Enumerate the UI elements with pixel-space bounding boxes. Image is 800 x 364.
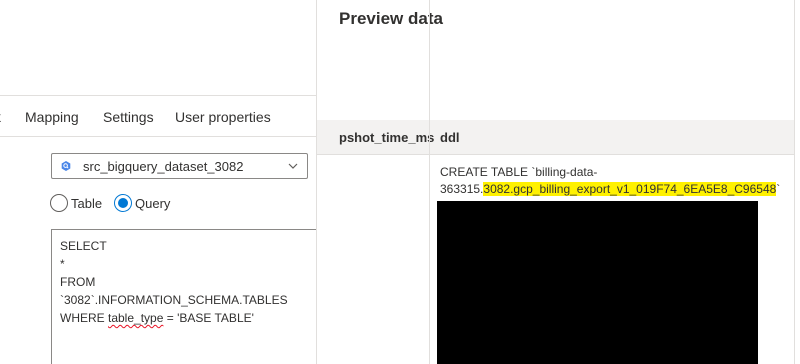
dataset-dropdown[interactable]: src_bigquery_dataset_3082 xyxy=(51,153,308,179)
tab-partial[interactable]: k xyxy=(0,109,1,125)
query-editor[interactable]: SELECT * FROM `3082`.INFORMATION_SCHEMA.… xyxy=(51,229,316,364)
column-separator xyxy=(429,0,430,364)
query-line: SELECT xyxy=(60,239,107,253)
query-line: `3082`.INFORMATION_SCHEMA.TABLES xyxy=(60,293,288,307)
column-separator xyxy=(794,0,795,364)
preview-pane: Preview data pshot_time_ms ddl CREATE TA… xyxy=(317,0,800,364)
radio-selected-dot xyxy=(118,198,128,208)
spellcheck-flagged-text: table_type xyxy=(108,311,164,325)
ddl-text: ` xyxy=(776,182,781,196)
radio-query-label[interactable]: Query xyxy=(135,196,170,211)
query-text: = 'BASE TABLE' xyxy=(163,311,254,325)
query-line: FROM xyxy=(60,275,96,289)
dataset-selected-value: src_bigquery_dataset_3082 xyxy=(83,159,244,174)
query-line: * xyxy=(60,257,65,271)
column-header-ddl[interactable]: ddl xyxy=(440,130,460,145)
redaction-block xyxy=(437,201,758,364)
bigquery-icon xyxy=(61,161,71,171)
chevron-down-icon xyxy=(288,163,298,169)
grid-header: pshot_time_ms ddl xyxy=(317,120,795,155)
source-settings-pane: k Mapping Settings User properties src_b… xyxy=(0,0,316,364)
query-line: WHERE table_type = 'BASE TABLE' xyxy=(60,309,316,327)
radio-table-label[interactable]: Table xyxy=(71,196,102,211)
tab-mapping[interactable]: Mapping xyxy=(25,109,79,125)
ddl-cell: CREATE TABLE `billing-data-363315.3082.g… xyxy=(440,164,790,198)
tab-settings[interactable]: Settings xyxy=(103,109,154,125)
column-header-snapshot-time[interactable]: pshot_time_ms xyxy=(339,130,434,145)
highlighted-text: 3082.gcp_billing_export_v1_019F74_6EA5E8… xyxy=(483,182,777,196)
query-text: WHERE xyxy=(60,311,108,325)
tab-user-properties[interactable]: User properties xyxy=(175,109,271,125)
tab-bar: k Mapping Settings User properties xyxy=(0,95,316,137)
radio-query[interactable] xyxy=(114,194,132,212)
radio-table[interactable] xyxy=(50,194,68,212)
preview-title: Preview data xyxy=(339,9,443,28)
